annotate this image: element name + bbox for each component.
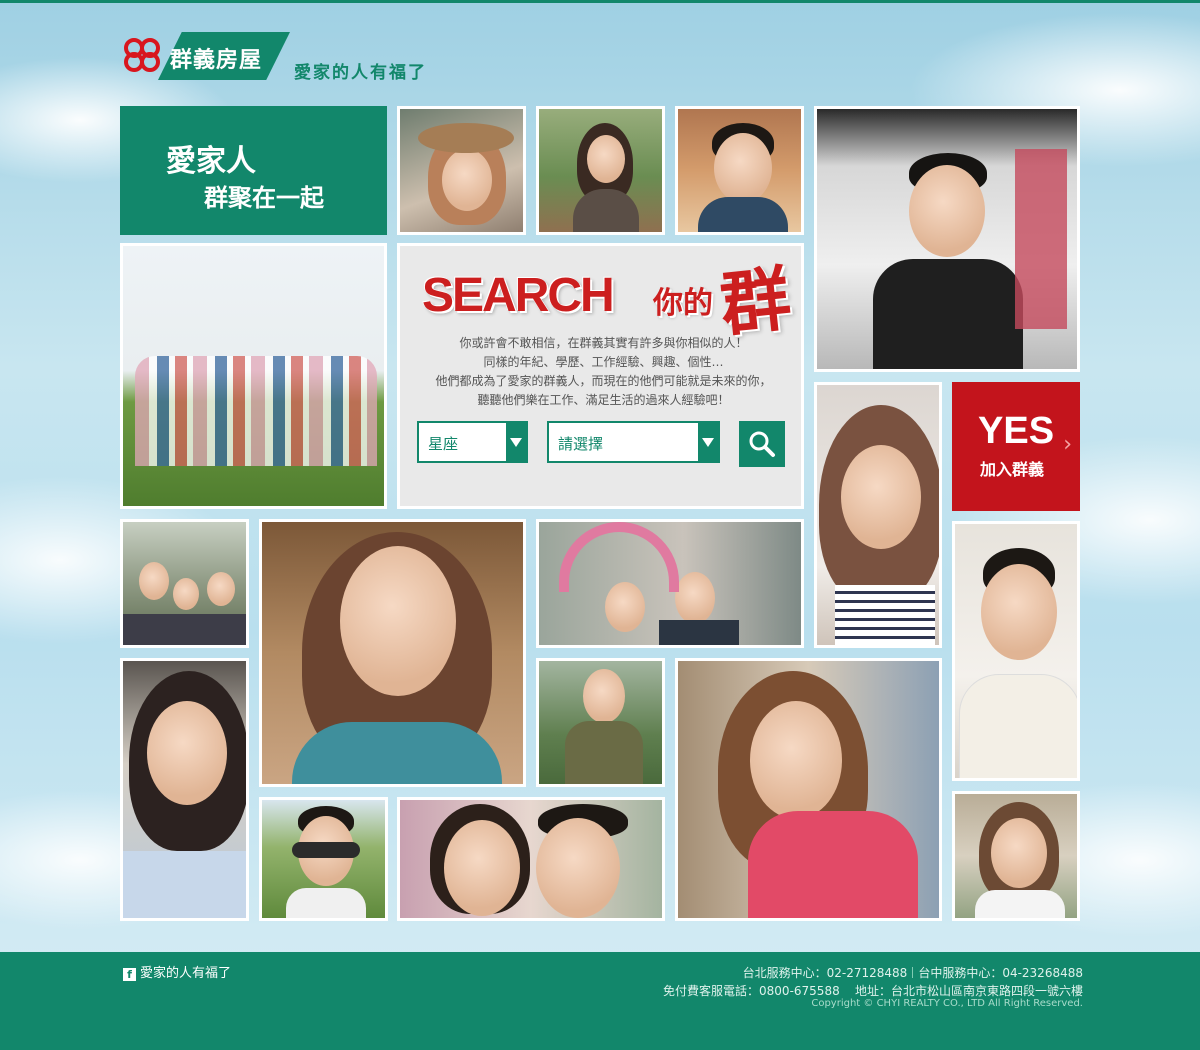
photo-tile[interactable]: [259, 519, 526, 787]
photo-tile[interactable]: [120, 519, 249, 648]
intro-line-1: 愛家人: [166, 144, 256, 179]
search-description: 你或許會不敢相信，在群義其實有許多與你相似的人！ 同樣的年紀、學歷、工作經驗、興…: [400, 334, 801, 410]
search-desc-line: 聽聽他們樂在工作、滿足生活的過來人經驗吧！: [477, 393, 730, 407]
chevron-right-icon: ›: [1063, 432, 1072, 457]
photo-tile[interactable]: [397, 797, 665, 921]
search-icon: [749, 431, 775, 457]
facebook-label: 愛家的人有福了: [140, 966, 232, 981]
copyright: Copyright © CHYI REALTY CO., LTD All Rig…: [811, 998, 1083, 1009]
photo-tile[interactable]: [952, 791, 1080, 921]
facebook-icon: f: [123, 968, 136, 981]
join-button[interactable]: YES 加入群義 ›: [952, 382, 1080, 511]
photo-tile[interactable]: [259, 797, 388, 921]
chevron-down-icon: [506, 423, 526, 461]
search-title-en: SEARCH: [422, 269, 615, 322]
service-centers: 台北服務中心：02-27128488 台中服務中心：04-23268488: [743, 964, 1083, 981]
search-desc-line: 同樣的年紀、學歷、工作經驗、興趣、個性…: [483, 355, 724, 369]
intro-tile: 愛家人 群聚在一起: [120, 106, 387, 235]
photo-tile[interactable]: [675, 658, 942, 921]
search-title-zh: 你的: [653, 286, 713, 321]
photo-tile[interactable]: [536, 106, 665, 235]
join-small-text: 加入群義: [980, 460, 1045, 479]
taichung-center: 台中服務中心：04-23268488: [918, 966, 1083, 980]
logo-name: 群義房屋: [170, 47, 263, 73]
chevron-down-icon: [698, 423, 718, 461]
facebook-link[interactable]: f 愛家的人有福了: [123, 962, 231, 981]
clover-logo-icon: [124, 38, 160, 72]
address: 地址：台北市松山區南京東路四段一號六樓: [854, 984, 1083, 998]
divider: [912, 967, 914, 978]
filter-select-value: 請選擇: [558, 435, 604, 453]
photo-tile[interactable]: [814, 106, 1080, 372]
zodiac-select-value: 星座: [428, 435, 459, 453]
taipei-center: 台北服務中心：02-27128488: [742, 966, 908, 980]
join-big-text: YES: [978, 410, 1055, 452]
search-panel: SEARCH 你的 群 你或許會不敢相信，在群義其實有許多與你相似的人！ 同樣的…: [397, 243, 804, 509]
photo-tile[interactable]: [536, 658, 665, 787]
photo-tile[interactable]: [675, 106, 804, 235]
search-desc-line: 你或許會不敢相信，在群義其實有許多與你相似的人！: [459, 336, 748, 350]
filter-select[interactable]: 請選擇: [547, 421, 720, 463]
photo-tile[interactable]: [397, 106, 526, 235]
footer: f 愛家的人有福了 台北服務中心：02-27128488 台中服務中心：04-232…: [0, 952, 1200, 1050]
slogan: 愛家的人有福了: [294, 63, 427, 83]
zodiac-select[interactable]: 星座: [417, 421, 528, 463]
intro-line-2: 群聚在一起: [204, 184, 324, 212]
hotline: 免付費客服電話：0800-675588: [663, 984, 840, 998]
photo-tile[interactable]: [952, 521, 1080, 781]
photo-tile[interactable]: [814, 382, 942, 648]
photo-tile[interactable]: [120, 658, 249, 921]
contact-info: 免付費客服電話：0800-675588 地址：台北市松山區南京東路四段一號六樓: [663, 982, 1083, 999]
brand-logo[interactable]: 群義房屋 愛家的人有福了: [120, 32, 440, 83]
search-button[interactable]: [739, 421, 785, 467]
search-desc-line: 他們都成為了愛家的群義人，而現在的他們可能就是未來的你，: [435, 374, 772, 388]
photo-tile[interactable]: [536, 519, 804, 648]
group-photo-tile[interactable]: [120, 243, 387, 509]
top-accent-line: [0, 0, 1200, 3]
